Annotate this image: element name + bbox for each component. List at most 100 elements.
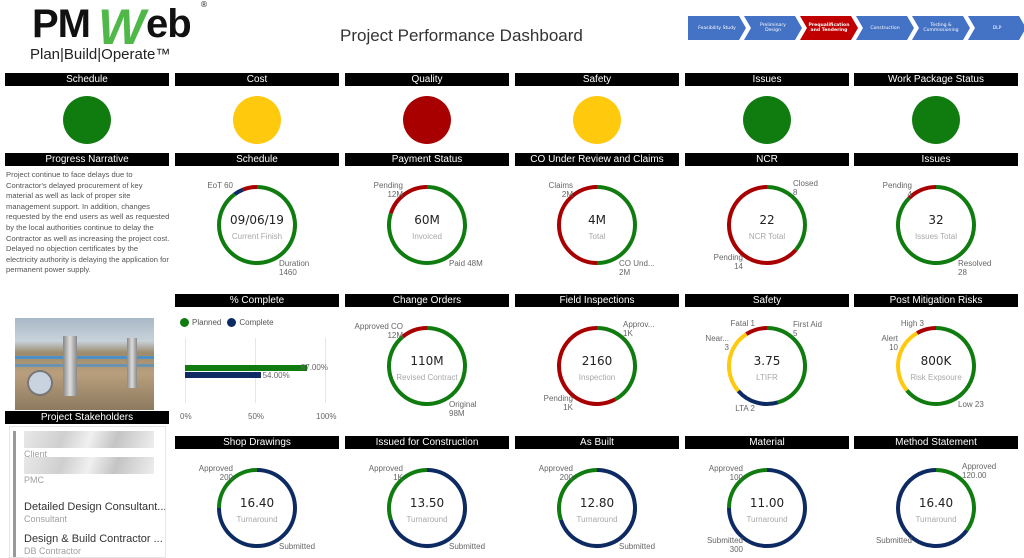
panel-header-schedule: Schedule <box>175 153 339 166</box>
progress-narrative-header: Progress Narrative <box>5 153 169 166</box>
donut-data-label: Approved 200 <box>198 464 233 482</box>
status-header-cost: Cost <box>175 73 339 86</box>
x-tick-50: 50% <box>248 412 265 421</box>
stakeholder-item[interactable]: Detailed Design Consultant... Consultant <box>24 501 165 524</box>
donut-data-label: Paid 48M <box>449 259 483 268</box>
donut-center-caption: NCR Total <box>748 232 786 241</box>
donut-center-value: 09/06/19 <box>230 213 284 227</box>
donut-center-value: 13.50 <box>409 496 445 510</box>
donut-center-caption: Turnaround <box>746 515 788 524</box>
donut-data-label: High 3 <box>900 319 924 328</box>
donut-center-value: 3.75 <box>753 354 781 368</box>
stakeholder-item[interactable]: Client <box>24 431 164 459</box>
donut-center-value: 32 <box>928 213 944 227</box>
donut-data-label: Approved 100 <box>708 464 743 482</box>
legend-complete-label: Complete <box>239 318 274 327</box>
percent-complete-header: % Complete <box>175 294 339 307</box>
phase-construction[interactable]: Construction <box>856 16 914 40</box>
stakeholder-role: Consultant <box>24 514 68 524</box>
phase-feasibility-study[interactable]: Feasibility Study <box>688 16 746 40</box>
project-stakeholders-header: Project Stakeholders <box>5 411 169 424</box>
phase-dlp[interactable]: DLP <box>968 16 1024 40</box>
stakeholder-item[interactable]: PMC <box>24 457 164 485</box>
donut-data-label: Near... 3 <box>705 334 729 352</box>
donut-segment-red[interactable] <box>401 326 428 339</box>
donut-segment-red[interactable] <box>745 326 768 336</box>
redacted-name <box>24 457 154 474</box>
panel-header-as-built: As Built <box>515 436 679 449</box>
donut-segment-red[interactable] <box>916 326 937 335</box>
stakeholder-list[interactable]: Client PMC Detailed Design Consultant... Co… <box>9 426 166 558</box>
donut-center-value: 4M <box>588 213 606 227</box>
pmweb-logo: PM W eb ® Plan|Build|Operate™ <box>28 0 218 64</box>
donut-data-label: Approved 200 <box>538 464 573 482</box>
legend-complete-dot <box>227 318 237 327</box>
donut-center-caption: Turnaround <box>915 515 957 524</box>
status-light-safety <box>573 96 621 144</box>
logo-pm: PM <box>32 2 91 46</box>
donut-data-label: Original 98M <box>449 400 477 418</box>
donut-center-value: 12.80 <box>579 496 615 510</box>
panel-header-co-under-review-and-claims: CO Under Review and Claims <box>515 153 679 166</box>
donut-center-value: 800K <box>920 354 952 368</box>
legend-planned-dot <box>180 318 189 327</box>
donut-center-caption: LTIFR <box>756 373 778 382</box>
status-header-work-package-status: Work Package Status <box>854 73 1018 86</box>
donut-data-label: Fatal 1 <box>730 319 755 328</box>
stakeholder-item[interactable]: Design & Build Contractor ... DB Contract… <box>24 533 164 556</box>
donut-center-caption: Inspection <box>578 373 616 382</box>
status-header-schedule: Schedule <box>5 73 169 86</box>
donut-data-label: Pending 1K <box>543 394 573 412</box>
phase-testing-commissioning[interactable]: Testing & Commissioning <box>912 16 970 40</box>
bar-label-planned: 87.00% <box>300 363 328 372</box>
donut-center-value: 60M <box>414 213 440 227</box>
percent-complete-chart: 87.00% 54.00% <box>185 338 328 403</box>
legend-planned-label: Planned <box>192 318 222 327</box>
status-header-issues: Issues <box>685 73 849 86</box>
panel-header-field-inspections: Field Inspections <box>515 294 679 307</box>
donut-data-label: CO Und... 2M <box>619 259 655 277</box>
donut-data-label: Submitted <box>619 542 656 551</box>
panel-header-ncr: NCR <box>685 153 849 166</box>
donut-center-caption: Issues Total <box>914 232 958 241</box>
donut-center-value: 16.40 <box>239 496 275 510</box>
x-tick-0: 0% <box>180 412 192 421</box>
donut-center-caption: Turnaround <box>576 515 618 524</box>
donut-center-value: 11.00 <box>749 496 785 510</box>
donut-data-label: Duration 1460 <box>279 259 310 277</box>
donut-data-label: Pending 12M <box>373 181 403 199</box>
status-light-schedule <box>63 96 111 144</box>
donut-data-label: Claims 2M <box>548 181 573 199</box>
donut-center-caption: Invoiced <box>412 232 442 241</box>
donut-data-label: Approved 1K <box>368 464 403 482</box>
donut-center-value: 16.40 <box>918 496 954 510</box>
donut-center-caption: Turnaround <box>406 515 448 524</box>
phase-preliminary-design[interactable]: Preliminary Design <box>744 16 802 40</box>
status-light-work-package-status <box>912 96 960 144</box>
donut-data-label: Approved CO 12M <box>354 322 403 340</box>
donut-segment-navy[interactable] <box>736 389 779 406</box>
donut-data-label: Resolved 28 <box>958 259 992 277</box>
donut-data-label: First Aid 5 <box>793 320 822 338</box>
donut-segment-red[interactable] <box>242 185 258 192</box>
donut-center-value: 22 <box>759 213 775 227</box>
donut-data-label: Pending 14 <box>713 253 743 271</box>
status-header-safety: Safety <box>515 73 679 86</box>
donut-data-label: EoT 60 <box>207 181 233 190</box>
stakeholder-scrollbar[interactable] <box>13 431 16 557</box>
donut-data-label: Submitted <box>279 542 316 551</box>
logo-tagline: Plan|Build|Operate™ <box>30 46 171 63</box>
status-header-quality: Quality <box>345 73 509 86</box>
donut-segment-navy[interactable] <box>233 187 244 196</box>
status-light-issues <box>743 96 791 144</box>
phase-prequalification-and-tendering[interactable]: Prequalification and Tendering <box>800 16 858 40</box>
donut-center-caption: Revised Contract <box>396 373 458 382</box>
donut-center-caption: Current Finish <box>231 232 283 241</box>
project-site-image <box>15 318 154 410</box>
donut-segment-red[interactable] <box>907 185 937 200</box>
donut-data-label: Closed 8 <box>793 179 818 197</box>
progress-narrative-text: Project continue to face delays due to C… <box>6 170 170 275</box>
panel-header-issues: Issues <box>854 153 1018 166</box>
panel-header-method-statement: Method Statement <box>854 436 1018 449</box>
donut-data-label: Submitted 300 <box>706 536 743 554</box>
